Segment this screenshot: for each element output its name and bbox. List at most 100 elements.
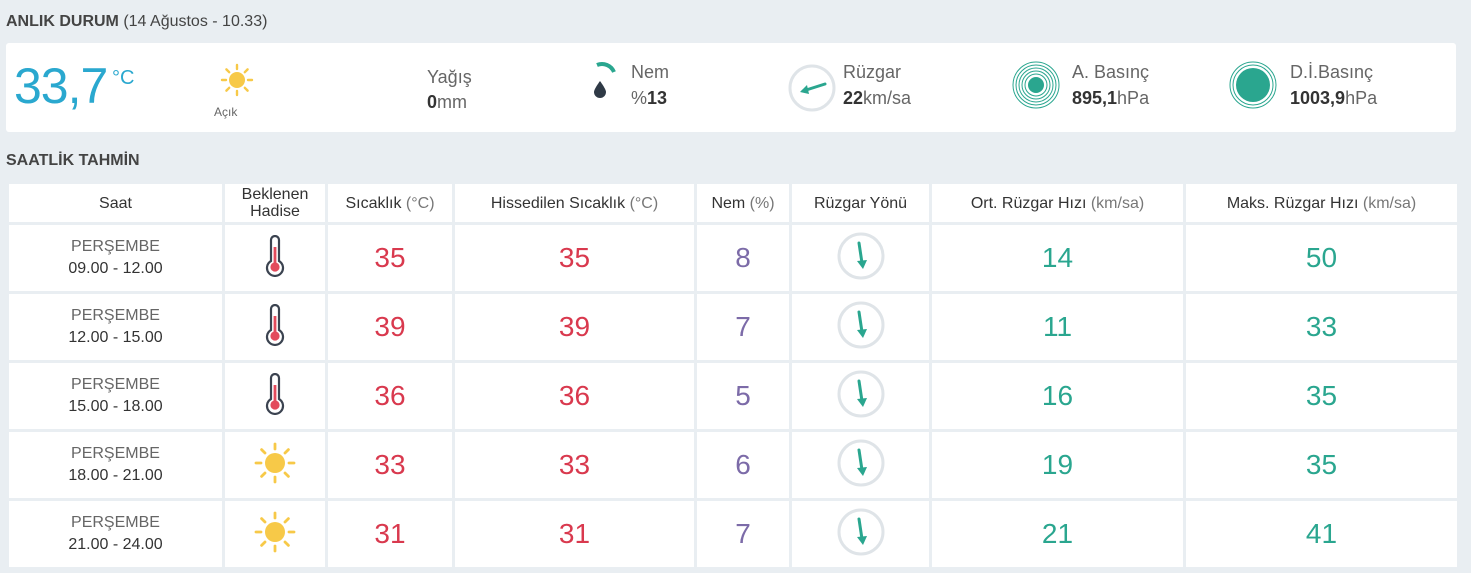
weather-icon-cell <box>225 294 325 360</box>
temperature-cell: 39 <box>328 294 452 360</box>
precip-amount: 0 <box>427 92 438 112</box>
time-cell: PERŞEMBE 12.00 - 15.00 <box>9 294 222 360</box>
header-saat: Saat <box>9 184 222 222</box>
max-wind-value: 33 <box>1305 311 1338 342</box>
thermometer-icon <box>264 303 286 350</box>
wind-unit: km/sa <box>863 88 912 108</box>
temperature-value: 33 <box>374 449 406 480</box>
day-name: PERŞEMBE <box>71 514 160 531</box>
humidity-value: 7 <box>735 518 751 549</box>
sea-pressure-amount: 1003,9 <box>1290 88 1346 108</box>
humidity-cell: 5 <box>697 363 789 429</box>
avg-wind-value: 11 <box>1042 311 1073 342</box>
current-temperature: 33,7 <box>14 58 108 114</box>
feels-like-cell: 31 <box>455 501 694 567</box>
table-row: PERŞEMBE 18.00 - 21.00 33 33 6 19 35 <box>9 432 1457 498</box>
pressure-amount: 895,1 <box>1072 88 1118 108</box>
humidity-cell: 6 <box>697 432 789 498</box>
table-row: PERŞEMBE 21.00 - 24.00 31 31 7 21 41 <box>9 501 1457 567</box>
avg-wind-cell: 21 <box>932 501 1183 567</box>
weather-icon-cell <box>225 363 325 429</box>
wind-label: Rüzgar <box>843 62 902 82</box>
wind-arrow-icon <box>836 439 886 492</box>
header-nem: Nem (%) <box>697 184 789 222</box>
header-maks-ruzgar: Maks. Rüzgar Hızı (km/sa) <box>1186 184 1457 222</box>
humidity-cell: 7 <box>697 501 789 567</box>
day-name: PERŞEMBE <box>71 445 160 462</box>
avg-wind-value: 14 <box>1041 242 1074 273</box>
time-cell: PERŞEMBE 18.00 - 21.00 <box>9 432 222 498</box>
pressure-unit: hPa <box>1117 88 1150 108</box>
temperature-cell: 33 <box>328 432 452 498</box>
day-name: PERŞEMBE <box>71 376 160 393</box>
max-wind-cell: 35 <box>1186 432 1457 498</box>
current-section-title: ANLIK DURUM (14 Ağustos - 10.33) <box>6 13 267 31</box>
feels-like-cell: 33 <box>455 432 694 498</box>
thermometer-icon <box>264 372 286 419</box>
temperature-unit: °C <box>112 67 135 89</box>
time-range: 09.00 - 12.00 <box>68 260 163 277</box>
feels-like-cell: 36 <box>455 363 694 429</box>
hourly-forecast-table: Saat Beklenen Hadise Sıcaklık (°C) Hisse… <box>6 181 1460 570</box>
wind-direction-cell <box>792 294 929 360</box>
table-row: PERŞEMBE 15.00 - 18.00 36 36 5 16 35 <box>9 363 1457 429</box>
sea-pressure-unit: hPa <box>1345 88 1378 108</box>
sea-pressure-label: D.İ.Basınç <box>1290 62 1374 82</box>
sun-icon <box>253 511 297 558</box>
time-range: 21.00 - 24.00 <box>68 536 163 553</box>
max-wind-value: 35 <box>1305 449 1338 480</box>
feels-like-value: 33 <box>558 449 591 480</box>
avg-wind-value: 16 <box>1041 380 1074 411</box>
weather-icon-cell <box>225 432 325 498</box>
feels-like-cell: 39 <box>455 294 694 360</box>
avg-wind-cell: 14 <box>932 225 1183 291</box>
feels-like-value: 31 <box>558 518 591 549</box>
time-cell: PERŞEMBE 09.00 - 12.00 <box>9 225 222 291</box>
header-ort-ruzgar: Ort. Rüzgar Hızı (km/sa) <box>932 184 1183 222</box>
feels-like-cell: 35 <box>455 225 694 291</box>
weather-icon-cell <box>225 225 325 291</box>
sun-icon <box>220 63 254 102</box>
time-cell: PERŞEMBE 15.00 - 18.00 <box>9 363 222 429</box>
time-cell: PERŞEMBE 21.00 - 24.00 <box>9 501 222 567</box>
current-title-text: ANLIK DURUM <box>6 13 119 30</box>
max-wind-value: 35 <box>1305 380 1338 411</box>
header-hissedilen: Hissedilen Sıcaklık (°C) <box>455 184 694 222</box>
max-wind-value: 41 <box>1305 518 1338 549</box>
wind-direction-icon <box>787 63 837 118</box>
humidity-cell: 7 <box>697 294 789 360</box>
pressure-value: 895,1hPa <box>1072 88 1149 109</box>
temperature-value: 36 <box>374 380 406 411</box>
max-wind-value: 50 <box>1305 242 1338 273</box>
max-wind-cell: 35 <box>1186 363 1457 429</box>
wind-direction-cell <box>792 225 929 291</box>
humidity-value: 8 <box>735 242 751 273</box>
sea-pressure-value: 1003,9hPa <box>1290 88 1377 109</box>
wind-arrow-icon <box>836 508 886 561</box>
wind-arrow-icon <box>836 301 886 354</box>
day-name: PERŞEMBE <box>71 238 160 255</box>
precip-unit: mm <box>437 92 468 112</box>
temperature-value: 31 <box>374 518 406 549</box>
precip-label: Yağış <box>427 67 472 87</box>
humidity-value: 7 <box>735 311 751 342</box>
table-row: PERŞEMBE 12.00 - 15.00 39 39 7 11 33 <box>9 294 1457 360</box>
temperature-cell: 35 <box>328 225 452 291</box>
feels-like-value: 39 <box>558 311 591 342</box>
humidity-cell: 8 <box>697 225 789 291</box>
time-range: 15.00 - 18.00 <box>68 398 163 415</box>
wind-direction-cell <box>792 501 929 567</box>
precip-value: 0mm <box>427 92 467 113</box>
header-sicaklik: Sıcaklık (°C) <box>328 184 452 222</box>
feels-like-value: 35 <box>558 242 591 273</box>
day-name: PERŞEMBE <box>71 307 160 324</box>
sun-icon <box>253 442 297 489</box>
time-range: 18.00 - 21.00 <box>68 467 163 484</box>
pressure-icon <box>1011 60 1061 115</box>
wind-arrow-icon <box>836 370 886 423</box>
temperature-value: 35 <box>374 242 406 273</box>
hourly-section-title: SAATLİK TAHMİN <box>6 152 140 169</box>
max-wind-cell: 33 <box>1186 294 1457 360</box>
wind-speed: 22 <box>843 88 864 108</box>
avg-wind-cell: 16 <box>932 363 1183 429</box>
